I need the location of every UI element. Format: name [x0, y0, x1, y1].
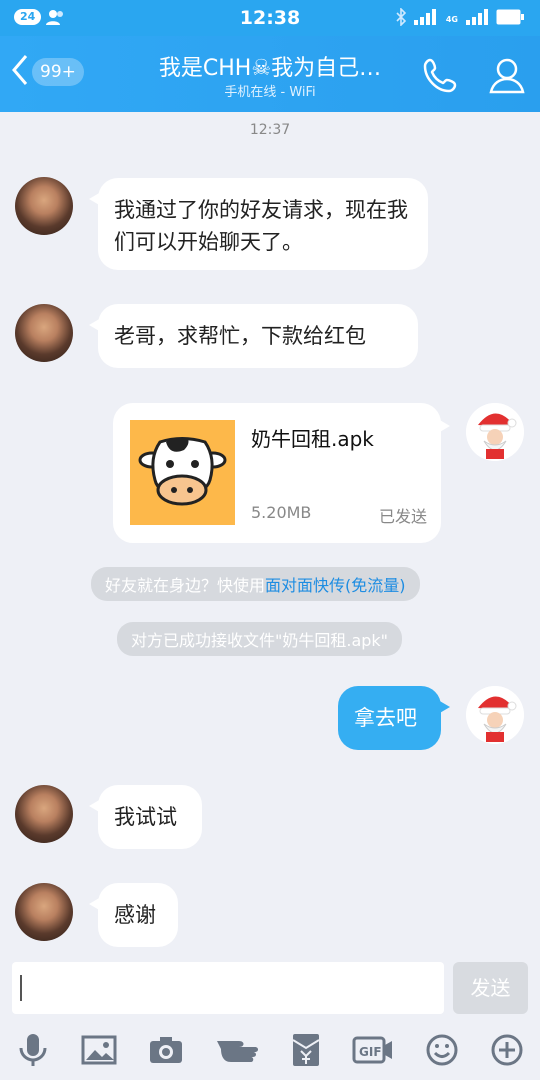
message-bubble-friend[interactable]: 我通过了你的好友请求，现在我们可以开始聊天了。 — [89, 178, 428, 270]
message-text: 感谢 — [114, 903, 156, 927]
message-text: 我通过了你的好友请求，现在我们可以开始聊天了。 — [114, 198, 408, 254]
friend-avatar[interactable] — [15, 785, 73, 843]
camera-icon[interactable] — [148, 1035, 184, 1069]
battery-icon — [496, 9, 524, 29]
red-packet-icon[interactable] — [291, 1032, 321, 1072]
bluetooth-icon — [396, 7, 406, 30]
image-icon[interactable] — [81, 1035, 117, 1069]
message-bubble-friend[interactable]: 感谢 — [89, 883, 178, 947]
chevron-left-icon — [10, 54, 30, 90]
apk-cow-icon — [130, 420, 235, 525]
message-timestamp: 12:37 — [249, 122, 291, 138]
back-button[interactable]: 99+ — [10, 54, 84, 90]
friend-avatar[interactable] — [15, 883, 73, 941]
gif-icon[interactable]: GIF — [352, 1036, 394, 1068]
message-text: 拿去吧 — [354, 706, 417, 730]
message-text: 我试试 — [114, 805, 177, 829]
file-name: 奶牛回租.apk — [251, 427, 374, 451]
message-bubble-friend[interactable]: 老哥，求帮忙，下款给红包 — [89, 304, 418, 368]
message-bubble-friend[interactable]: 我试试 — [89, 785, 202, 849]
system-message-nearby: 好友就在身边？快使用面对面快传(免流量) — [91, 567, 420, 601]
text-caret — [20, 975, 22, 1001]
system-text: 好友就在身边？快使用 — [105, 576, 266, 595]
svg-text:GIF: GIF — [359, 1045, 382, 1059]
network-type-label: 4G — [445, 14, 458, 24]
plus-icon[interactable] — [490, 1033, 524, 1071]
system-text: 对方已成功接收文件"奶牛回租.apk" — [131, 631, 389, 650]
santa-icon — [466, 686, 524, 744]
chat-header: 99+ 我是CHH☠我为自己… 手机在线 - WiFi — [0, 36, 540, 112]
message-bubble-me[interactable]: 拿去吧 — [338, 686, 450, 750]
status-bar: 24 12:38 4G — [0, 0, 540, 36]
my-avatar[interactable] — [466, 403, 524, 461]
chat-subtitle: 手机在线 - WiFi — [224, 85, 316, 100]
friend-avatar[interactable] — [15, 177, 73, 235]
signal-icon-2 — [466, 9, 488, 29]
message-text: 老哥，求帮忙，下款给红包 — [114, 324, 366, 348]
input-toolbar: GIF — [0, 1024, 540, 1080]
my-avatar[interactable] — [466, 686, 524, 744]
file-message-bubble[interactable]: 奶牛回租.apk 5.20MB 已发送 — [113, 403, 450, 543]
send-button[interactable]: 发送 — [453, 962, 528, 1014]
emoji-icon[interactable] — [425, 1033, 459, 1071]
file-status: 已发送 — [378, 507, 427, 526]
friend-avatar[interactable] — [15, 304, 73, 362]
file-size: 5.20MB — [251, 503, 312, 522]
poke-icon[interactable] — [215, 1035, 259, 1069]
microphone-icon[interactable] — [16, 1032, 50, 1072]
message-input[interactable] — [12, 962, 444, 1014]
face-to-face-link[interactable]: 面对面快传(免流量) — [265, 576, 406, 595]
profile-icon[interactable] — [488, 56, 526, 98]
phone-icon[interactable] — [422, 56, 460, 98]
system-message-received: 对方已成功接收文件"奶牛回租.apk" — [117, 622, 403, 656]
santa-icon — [466, 403, 524, 461]
unread-count: 99+ — [32, 58, 84, 86]
chat-title[interactable]: 我是CHH☠我为自己… — [140, 50, 400, 82]
signal-icon — [413, 9, 438, 29]
